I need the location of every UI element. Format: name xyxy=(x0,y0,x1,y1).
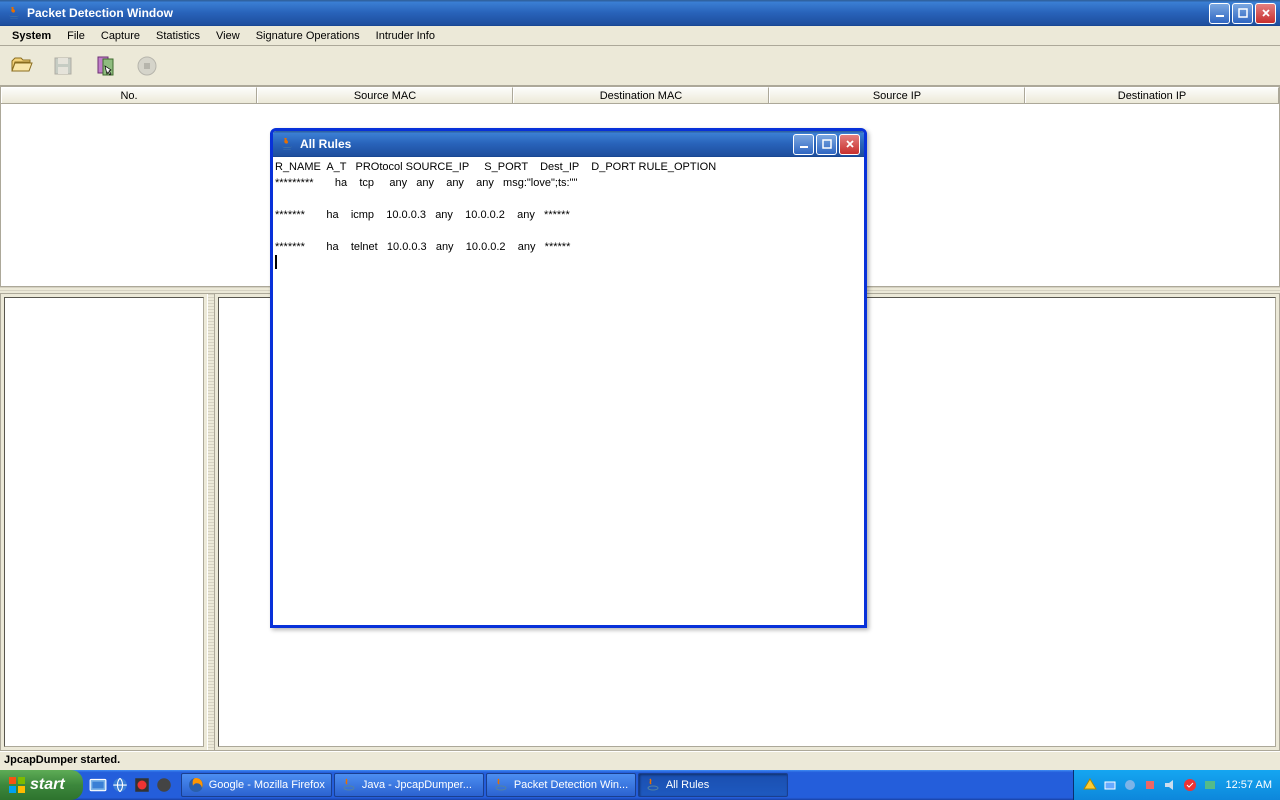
task-label: Java - JpcapDumper... xyxy=(362,779,472,791)
menu-signature-operations[interactable]: Signature Operations xyxy=(248,28,368,44)
status-text: JpcapDumper started. xyxy=(4,754,120,766)
minimize-button[interactable] xyxy=(1209,3,1230,24)
col-no[interactable]: No. xyxy=(1,87,257,103)
dialog-minimize-button[interactable] xyxy=(793,134,814,155)
task-label: All Rules xyxy=(666,779,709,791)
ql-icon[interactable] xyxy=(155,776,173,794)
java-icon xyxy=(6,5,22,21)
task-label: Google - Mozilla Firefox xyxy=(209,779,325,791)
start-button[interactable]: start xyxy=(0,770,83,800)
dialog-maximize-button[interactable] xyxy=(816,134,837,155)
menu-view[interactable]: View xyxy=(208,28,248,44)
menubar: System File Capture Statistics View Sign… xyxy=(0,26,1280,46)
java-icon xyxy=(279,136,295,152)
toolbar xyxy=(0,46,1280,86)
col-dest-mac[interactable]: Destination MAC xyxy=(513,87,769,103)
tray-icon[interactable] xyxy=(1202,777,1218,793)
quick-launch xyxy=(83,770,179,800)
main-titlebar: Packet Detection Window xyxy=(0,0,1280,26)
task-packet-detection[interactable]: Packet Detection Win... xyxy=(486,773,636,797)
task-all-rules[interactable]: All Rules xyxy=(638,773,788,797)
java-icon xyxy=(645,777,661,793)
col-dest-ip[interactable]: Destination IP xyxy=(1025,87,1279,103)
packet-table-header: No. Source MAC Destination MAC Source IP… xyxy=(0,86,1280,104)
menu-capture[interactable]: Capture xyxy=(93,28,148,44)
firefox-icon xyxy=(188,777,204,793)
dialog-close-button[interactable] xyxy=(839,134,860,155)
tray-icon[interactable] xyxy=(1182,777,1198,793)
lower-left-panel xyxy=(4,297,204,747)
java-icon xyxy=(493,777,509,793)
col-source-mac[interactable]: Source MAC xyxy=(257,87,513,103)
dialog-title: All Rules xyxy=(300,137,793,151)
tray-icon[interactable] xyxy=(1142,777,1158,793)
tray-icon[interactable] xyxy=(1122,777,1138,793)
tray-icon[interactable] xyxy=(1162,777,1178,793)
text-cursor xyxy=(275,255,277,269)
task-java[interactable]: Java - JpcapDumper... xyxy=(334,773,484,797)
ie-icon[interactable] xyxy=(111,776,129,794)
menu-system[interactable]: System xyxy=(4,28,59,44)
menu-file[interactable]: File xyxy=(59,28,93,44)
task-firefox[interactable]: Google - Mozilla Firefox xyxy=(181,773,332,797)
start-label: start xyxy=(30,776,65,794)
taskbar: start Google - Mozilla Firefox Java - Jp… xyxy=(0,770,1280,800)
main-window-buttons xyxy=(1209,3,1276,24)
open-button[interactable] xyxy=(4,49,38,83)
clock[interactable]: 12:57 AM xyxy=(1226,779,1272,791)
rules-row: ******* ha telnet 10.0.0.3 any 10.0.0.2 … xyxy=(275,241,570,253)
show-desktop-icon[interactable] xyxy=(89,776,107,794)
rules-row: ********* ha tcp any any any any msg:"lo… xyxy=(275,177,577,189)
task-label: Packet Detection Win... xyxy=(514,779,628,791)
splitter-vertical[interactable] xyxy=(207,294,215,750)
capture-button[interactable] xyxy=(88,49,122,83)
save-button[interactable] xyxy=(46,49,80,83)
rules-header-line: R_NAME A_T PROtocol SOURCE_IP S_PORT Des… xyxy=(275,161,716,173)
all-rules-dialog: All Rules R_NAME A_T PROtocol SOURCE_IP … xyxy=(270,128,867,628)
tray-icon[interactable] xyxy=(1102,777,1118,793)
dialog-titlebar[interactable]: All Rules xyxy=(273,131,864,157)
close-button[interactable] xyxy=(1255,3,1276,24)
tray-icon[interactable] xyxy=(1082,777,1098,793)
maximize-button[interactable] xyxy=(1232,3,1253,24)
ql-icon[interactable] xyxy=(133,776,151,794)
col-source-ip[interactable]: Source IP xyxy=(769,87,1025,103)
dialog-window-buttons xyxy=(793,134,860,155)
statusbar: JpcapDumper started. xyxy=(0,751,1280,769)
menu-intruder-info[interactable]: Intruder Info xyxy=(368,28,443,44)
rules-text-area[interactable]: R_NAME A_T PROtocol SOURCE_IP S_PORT Des… xyxy=(273,157,864,276)
menu-statistics[interactable]: Statistics xyxy=(148,28,208,44)
main-window-title: Packet Detection Window xyxy=(27,6,1209,20)
system-tray: 12:57 AM xyxy=(1073,770,1280,800)
stop-button[interactable] xyxy=(130,49,164,83)
java-icon xyxy=(341,777,357,793)
rules-row: ******* ha icmp 10.0.0.3 any 10.0.0.2 an… xyxy=(275,209,570,221)
task-items: Google - Mozilla Firefox Java - JpcapDum… xyxy=(179,770,1073,800)
